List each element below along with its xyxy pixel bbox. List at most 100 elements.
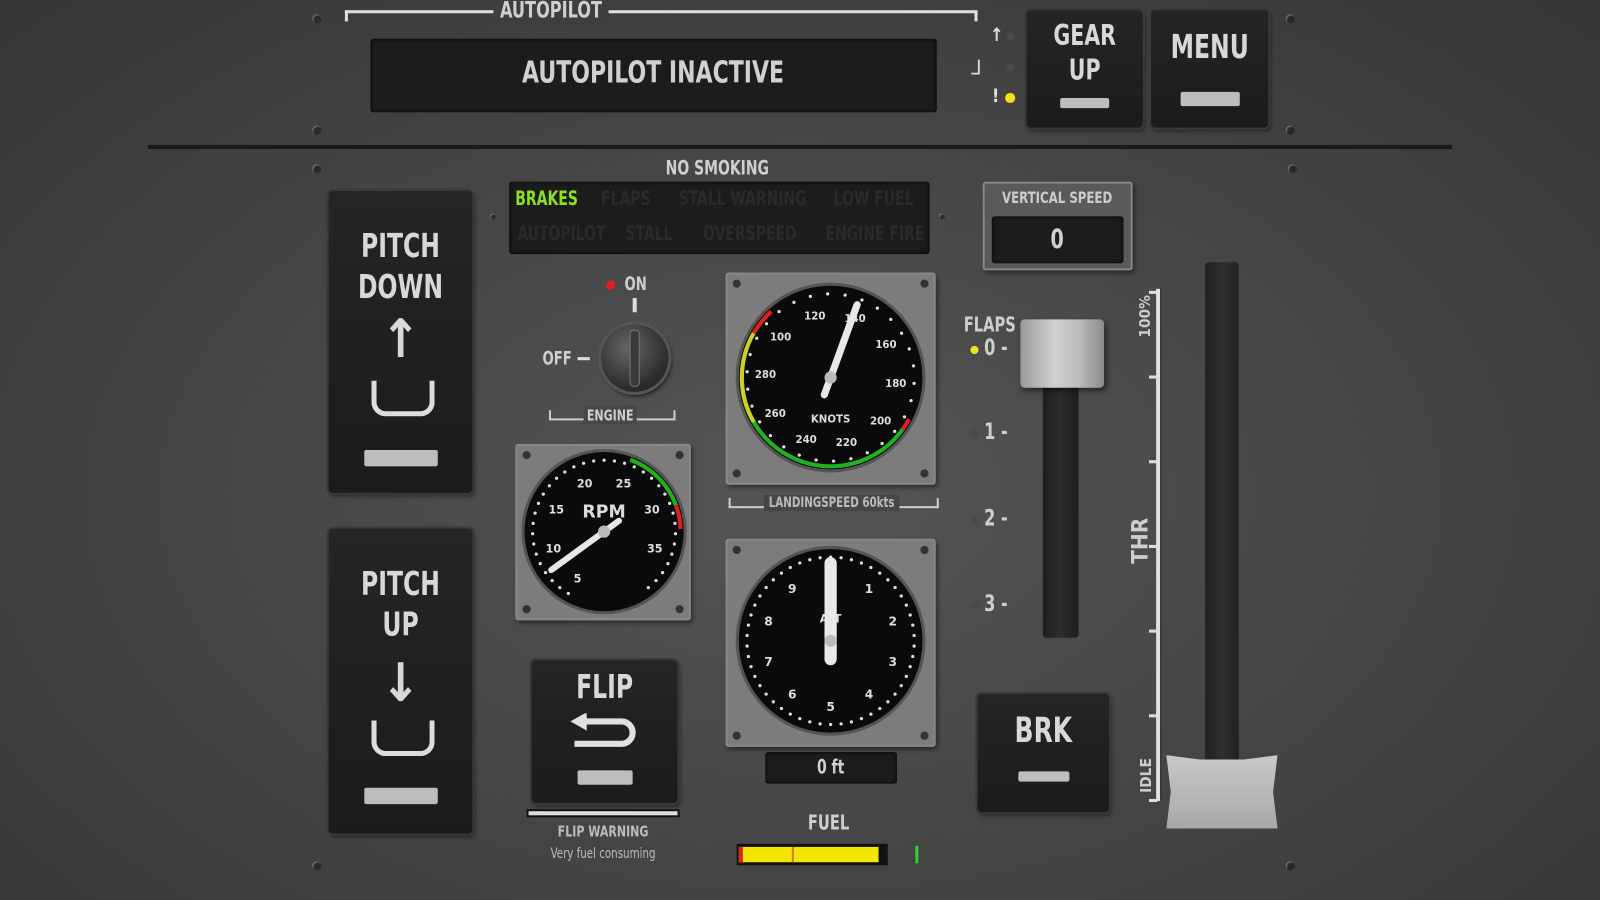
altitude-value: 0 ft [816, 756, 845, 779]
gear-down-icon: ! [991, 85, 1000, 108]
pitch-up-label: UP [382, 605, 419, 644]
screw [732, 469, 741, 478]
flaps-position-2[interactable]: 2 - [984, 506, 1008, 532]
gauge-tick [755, 336, 759, 340]
cockpit-panel: AUTOPILOT AUTOPILOT INACTIVE ↑ ⅃ ! GEAR … [0, 0, 1600, 900]
gauge-tick [612, 459, 617, 463]
screw [489, 213, 496, 220]
gauge-tick [859, 716, 864, 721]
gauge-tick [745, 633, 749, 638]
gauge-tick [904, 674, 908, 679]
gauge-tick-label: 4 [865, 688, 874, 702]
engine-switch-knob[interactable] [601, 324, 669, 392]
gauge-tick [750, 404, 754, 408]
screw [920, 469, 929, 478]
pitch-up-button[interactable]: PITCH UP ↓ [328, 528, 473, 834]
gauge-tick [849, 558, 854, 562]
fuel-label: FUEL [807, 810, 850, 835]
gauge-tick [748, 352, 752, 357]
screw [675, 605, 684, 614]
gauge-tick-label: 15 [548, 504, 564, 517]
gauge-label: KNOTS [811, 414, 850, 425]
autopilot-display[interactable]: AUTOPILOT INACTIVE [370, 38, 937, 113]
fuel-divider [791, 846, 794, 863]
gauge-tick [912, 644, 916, 648]
throttle-tick [1148, 375, 1158, 379]
gauge-tick [893, 585, 897, 590]
brake-button[interactable]: BRK [977, 693, 1110, 813]
menu-button[interactable]: MENU [1151, 10, 1269, 128]
gear-up-button[interactable]: GEAR UP [1026, 10, 1143, 128]
gauge-tick [758, 594, 762, 598]
throttle-lever-handle[interactable] [1166, 755, 1278, 829]
gauge-tick [758, 420, 762, 424]
gauge-tick [771, 700, 775, 704]
gauge-tick [878, 706, 882, 711]
button-bar [1060, 97, 1110, 109]
vertical-speed-label: VERTICAL SPEED [1002, 187, 1113, 208]
pitch-down-label: DOWN [357, 267, 444, 307]
gauge-tick [566, 591, 570, 596]
screw [312, 164, 322, 174]
rpm-gauge-panel: 5 10 15 20 25 30 35 RPM [515, 443, 691, 621]
flaps-position-0[interactable]: 0 - [984, 336, 1008, 362]
gauge-tick [532, 542, 536, 546]
throttle-max-label: 100% [1135, 295, 1155, 338]
screw [522, 605, 531, 614]
throttle-track [1205, 262, 1239, 793]
gauge-tick [808, 558, 812, 562]
pitch-down-button[interactable]: PITCH DOWN ↑ [328, 190, 473, 493]
flaps-light [970, 516, 979, 525]
vertical-speed-value: 0 [1050, 224, 1064, 256]
engine-on-light [606, 280, 616, 290]
gauge-tick [818, 556, 822, 560]
screw [920, 731, 929, 740]
gauge-tick [908, 665, 912, 669]
gear-up-light [1006, 32, 1015, 41]
gauge-tick [880, 441, 884, 446]
gauge-tick [911, 654, 915, 659]
button-bar [363, 449, 438, 467]
flaps-position-3[interactable]: 3 - [984, 592, 1008, 618]
gauge-tick [753, 603, 757, 607]
rpm-gauge: 5101520 253035RPM [521, 448, 687, 615]
menu-label: MENU [1170, 27, 1249, 67]
gauge-tick [531, 521, 535, 525]
warning-stall-warning: STALL WARNING [678, 187, 807, 211]
flaps-lever-handle[interactable] [1020, 319, 1105, 388]
gauge-tick [886, 578, 890, 582]
gauge-tick [632, 465, 636, 469]
no-smoking-sign: NO SMOKING [665, 157, 770, 180]
gauge-tick [902, 415, 907, 419]
gauge-tick [912, 381, 916, 386]
gauge-tick [899, 684, 903, 688]
screw [522, 451, 531, 460]
yoke-icon [371, 720, 435, 757]
gauge-tick [779, 571, 784, 575]
button-bar [577, 770, 633, 785]
engine-on-label: ON [624, 273, 647, 295]
gauge-tick [641, 470, 645, 474]
flaps-position-1[interactable]: 1 - [984, 419, 1008, 445]
gauge-tick [534, 552, 538, 556]
gauge-tick [673, 521, 677, 525]
warning-engine-fire: ENGINE FIRE [825, 222, 925, 245]
gauge-tick-label: 2 [888, 615, 897, 629]
gauge-tick [889, 317, 893, 322]
gauge-tick [831, 459, 836, 463]
vertical-speed-panel: VERTICAL SPEED 0 [982, 181, 1133, 271]
gauge-tick [554, 476, 559, 480]
gauge-hub [824, 634, 837, 647]
gauge-tick [909, 398, 913, 403]
warning-stall: STALL [625, 222, 673, 245]
engine-label: ENGINE [583, 406, 637, 425]
yoke-icon [371, 380, 435, 417]
u-turn-arrow-icon [570, 713, 636, 747]
gauge-tick [808, 720, 812, 724]
screw [920, 279, 929, 288]
flip-button[interactable]: FLIP [531, 660, 678, 804]
gauge-hub [597, 525, 611, 538]
gauge-tick-label: 100 [770, 333, 791, 344]
gauge-tick [886, 700, 890, 704]
gauge-tick [666, 562, 670, 566]
